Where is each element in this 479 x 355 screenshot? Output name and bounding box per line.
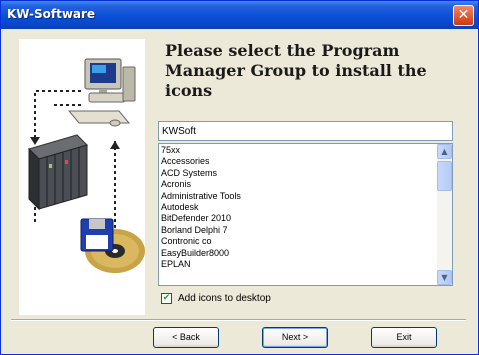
scroll-thumb[interactable]	[437, 161, 452, 191]
program-group-items: 75xx Accessories ACD Systems Acronis Adm…	[161, 145, 241, 270]
chevron-up-icon: ▲	[441, 147, 448, 156]
list-item[interactable]: Acronis	[161, 179, 241, 190]
installer-window: KW-Software ✕ Please select the Program …	[0, 0, 479, 355]
list-item[interactable]: Contronic co	[161, 236, 241, 247]
button-separator	[11, 319, 466, 321]
chevron-down-icon: ▼	[441, 273, 448, 282]
program-group-input[interactable]	[158, 121, 453, 141]
list-item[interactable]: BitDefender 2010	[161, 213, 241, 224]
back-button[interactable]: < Back	[153, 327, 219, 348]
next-button[interactable]: Next >	[262, 327, 328, 348]
checkmark-icon: ✔	[162, 293, 171, 303]
desktop-icons-label[interactable]: Add icons to desktop	[178, 293, 271, 305]
scroll-down-button[interactable]: ▼	[437, 270, 452, 285]
list-item[interactable]: EasyBuilder8000	[161, 248, 241, 259]
list-item[interactable]: Accessories	[161, 156, 241, 167]
setup-disk-icon	[80, 218, 145, 273]
exit-button[interactable]: Exit	[371, 327, 437, 348]
close-button[interactable]: ✕	[453, 5, 474, 26]
desktop-icons-checkbox[interactable]: ✔	[161, 293, 172, 304]
program-group-list[interactable]: 75xx Accessories ACD Systems Acronis Adm…	[158, 143, 453, 286]
list-item[interactable]: Borland Delphi 7	[161, 225, 241, 236]
scroll-up-button[interactable]: ▲	[437, 144, 452, 159]
list-item[interactable]: Administrative Tools	[161, 191, 241, 202]
title-bar[interactable]: KW-Software ✕	[1, 1, 478, 29]
list-item[interactable]: Autodesk	[161, 202, 241, 213]
installer-illustration	[19, 39, 145, 315]
list-item[interactable]: ACD Systems	[161, 168, 241, 179]
window-title: KW-Software	[7, 7, 96, 21]
list-item[interactable]: EPLAN	[161, 259, 241, 270]
close-icon: ✕	[457, 7, 470, 23]
page-title: Please select the Program Manager Group …	[165, 41, 427, 100]
plc-rack-icon	[28, 134, 88, 211]
list-item[interactable]: 75xx	[161, 145, 241, 156]
list-scrollbar[interactable]: ▲ ▼	[437, 144, 452, 285]
computer-icon	[67, 58, 136, 127]
